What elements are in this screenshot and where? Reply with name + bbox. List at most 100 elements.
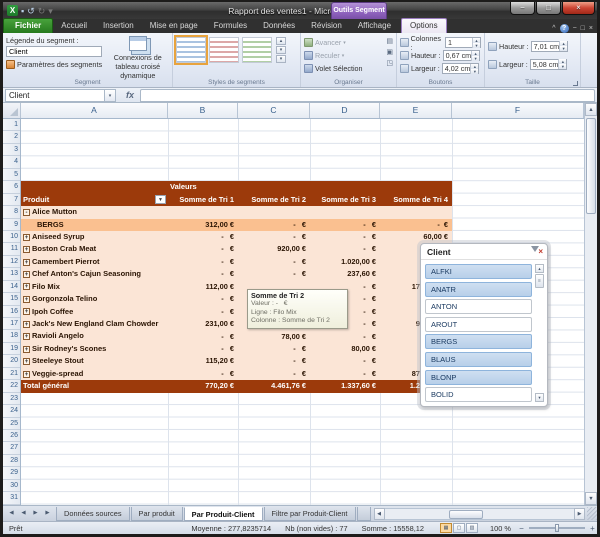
value-cell[interactable]: - €: [168, 306, 238, 318]
pivot-row-bergs[interactable]: BERGS 312,00 €- €- €- €: [21, 219, 452, 231]
expand-icon[interactable]: +: [23, 271, 30, 278]
value-cell[interactable]: - €: [310, 243, 380, 255]
row-header[interactable]: 20: [3, 355, 20, 367]
pivot-total-row[interactable]: Total général 770,20 €4.461,76 €1.337,60…: [21, 380, 452, 392]
tab-formules[interactable]: Formules: [206, 19, 255, 33]
tab-accueil[interactable]: Accueil: [53, 19, 95, 33]
value-cell[interactable]: [238, 206, 310, 218]
pivot-row-steeleye-stout[interactable]: +Steeleye Stout 115,20 €- €- €: [21, 355, 452, 367]
styles-more-icon[interactable]: ▾: [276, 55, 286, 63]
value-cell[interactable]: 920,00 €: [238, 243, 310, 255]
value-cell[interactable]: - €: [168, 368, 238, 380]
value-cell[interactable]: 80,00 €: [310, 343, 380, 355]
close-button[interactable]: ×: [562, 2, 595, 15]
formula-input[interactable]: [140, 89, 595, 102]
pivot-row-aniseed-syrup[interactable]: +Aniseed Syrup - €- €- €60,00 €: [21, 231, 452, 243]
scroll-down-icon[interactable]: ▼: [585, 492, 597, 505]
row-header[interactable]: 1: [3, 119, 20, 131]
row-header[interactable]: 5: [3, 169, 20, 181]
expand-icon[interactable]: +: [23, 321, 30, 328]
slicer-style-thumbnail-2[interactable]: [209, 37, 239, 63]
expand-icon[interactable]: +: [23, 296, 30, 303]
slicer-item-anton[interactable]: ANTON: [425, 299, 532, 314]
clear-filter-icon[interactable]: ×: [530, 246, 543, 257]
zoom-slider-thumb[interactable]: [555, 524, 559, 532]
pivot-row-chef-antons[interactable]: +Chef Anton's Cajun Seasoning - €- €237,…: [21, 268, 452, 280]
button-height-stepper[interactable]: 0,67 cm ▴▾: [443, 50, 481, 61]
col-header-tri3[interactable]: Somme de Tri 3: [310, 194, 380, 206]
insert-sheet-tab[interactable]: [357, 507, 371, 521]
row-header[interactable]: 27: [3, 442, 20, 454]
row-header[interactable]: 17: [3, 318, 20, 330]
hscroll-left-icon[interactable]: ◀: [374, 508, 385, 520]
total-cell[interactable]: 1.337,60 €: [310, 380, 380, 392]
value-cell[interactable]: - €: [168, 293, 238, 305]
row-header[interactable]: 11: [3, 243, 20, 255]
expand-icon[interactable]: +: [23, 283, 30, 290]
value-cell[interactable]: - €: [168, 243, 238, 255]
tab-donnees[interactable]: Données: [255, 19, 303, 33]
slicer-style-thumbnail-3[interactable]: [242, 37, 272, 63]
row-header[interactable]: 2: [3, 131, 20, 143]
expand-icon[interactable]: +: [23, 234, 30, 241]
slicer-item-bolid[interactable]: BOLID: [425, 387, 532, 402]
row-header[interactable]: 15: [3, 293, 20, 305]
value-cell[interactable]: - €: [168, 231, 238, 243]
value-cell[interactable]: - €: [238, 219, 310, 231]
tab-revision[interactable]: Révision: [303, 19, 350, 33]
button-width-stepper[interactable]: 4,02 cm ▴▾: [442, 63, 480, 74]
row-header[interactable]: 19: [3, 343, 20, 355]
tab-insertion[interactable]: Insertion: [95, 19, 142, 33]
value-cell[interactable]: - €: [168, 343, 238, 355]
value-cell[interactable]: 1.020,00 €: [310, 256, 380, 268]
send-backward-button[interactable]: Reculer ▾: [304, 49, 393, 62]
value-cell[interactable]: 237,60 €: [310, 268, 380, 280]
slicer-width-stepper[interactable]: 5,08 cm ▴▾: [530, 59, 568, 70]
sheet-tab-filtre-par-produit-client[interactable]: Filtre par Produit-Client: [264, 507, 356, 521]
spin-down-icon[interactable]: ▾: [472, 56, 479, 61]
column-header-e[interactable]: E: [380, 103, 452, 118]
column-header-b[interactable]: B: [168, 103, 238, 118]
row-header[interactable]: 18: [3, 330, 20, 342]
expand-icon[interactable]: +: [23, 246, 30, 253]
expand-icon[interactable]: +: [23, 371, 30, 378]
row-header[interactable]: 31: [3, 492, 20, 504]
collapse-icon[interactable]: -: [23, 209, 30, 216]
col-header-tri1[interactable]: Somme de Tri 1: [168, 194, 238, 206]
pivot-connections-button[interactable]: Connexions de tableau croisé dynamique: [107, 35, 169, 78]
value-cell[interactable]: - €: [238, 268, 310, 280]
hscroll-right-icon[interactable]: ▶: [574, 508, 585, 520]
styles-scroll-down-icon[interactable]: ▾: [276, 46, 286, 54]
slicer-item-blaus[interactable]: BLAUS: [425, 352, 532, 367]
minimize-button[interactable]: −: [510, 2, 535, 15]
spin-down-icon[interactable]: ▾: [471, 69, 478, 74]
row-header[interactable]: 30: [3, 480, 20, 492]
total-cell[interactable]: 4.461,76 €: [238, 380, 310, 392]
spin-down-icon[interactable]: ▾: [560, 46, 567, 51]
client-slicer[interactable]: Client × ALFKI ANATR ANTON AROUT BERGS B…: [420, 243, 548, 407]
hscroll-thumb[interactable]: [449, 510, 483, 519]
pivot-row-gorgonzola-telino[interactable]: +Gorgonzola Telino - €- €: [21, 293, 452, 305]
row-header[interactable]: 29: [3, 467, 20, 479]
pivot-row-filo-mix[interactable]: +Filo Mix 112,00 €- €17: [21, 281, 452, 293]
slicer-scrollbar[interactable]: ▴ ≡ ▾: [535, 264, 544, 402]
value-cell[interactable]: - €: [238, 231, 310, 243]
value-cell[interactable]: - €: [168, 268, 238, 280]
slicer-item-anatr[interactable]: ANATR: [425, 282, 532, 297]
name-box[interactable]: Client: [5, 89, 105, 102]
row-header[interactable]: 10: [3, 231, 20, 243]
value-cell[interactable]: - €: [168, 331, 238, 343]
row-header[interactable]: 23: [3, 393, 20, 405]
help-icon[interactable]: ?: [560, 24, 569, 33]
next-sheet-icon[interactable]: ▶: [30, 508, 41, 519]
row-header[interactable]: 12: [3, 256, 20, 268]
row-header[interactable]: 28: [3, 455, 20, 467]
group-dropdown-icon[interactable]: ▣: [386, 48, 393, 57]
zoom-out-icon[interactable]: −: [517, 524, 526, 533]
value-cell[interactable]: - €: [238, 343, 310, 355]
styles-scroll-up-icon[interactable]: ▴: [276, 37, 286, 45]
slicer-scroll-down-icon[interactable]: ▾: [535, 393, 544, 402]
vertical-scrollbar[interactable]: ▲ ▼: [584, 103, 597, 505]
normal-view-icon[interactable]: ▦: [440, 523, 452, 533]
zoom-level[interactable]: 100 %: [484, 524, 517, 533]
